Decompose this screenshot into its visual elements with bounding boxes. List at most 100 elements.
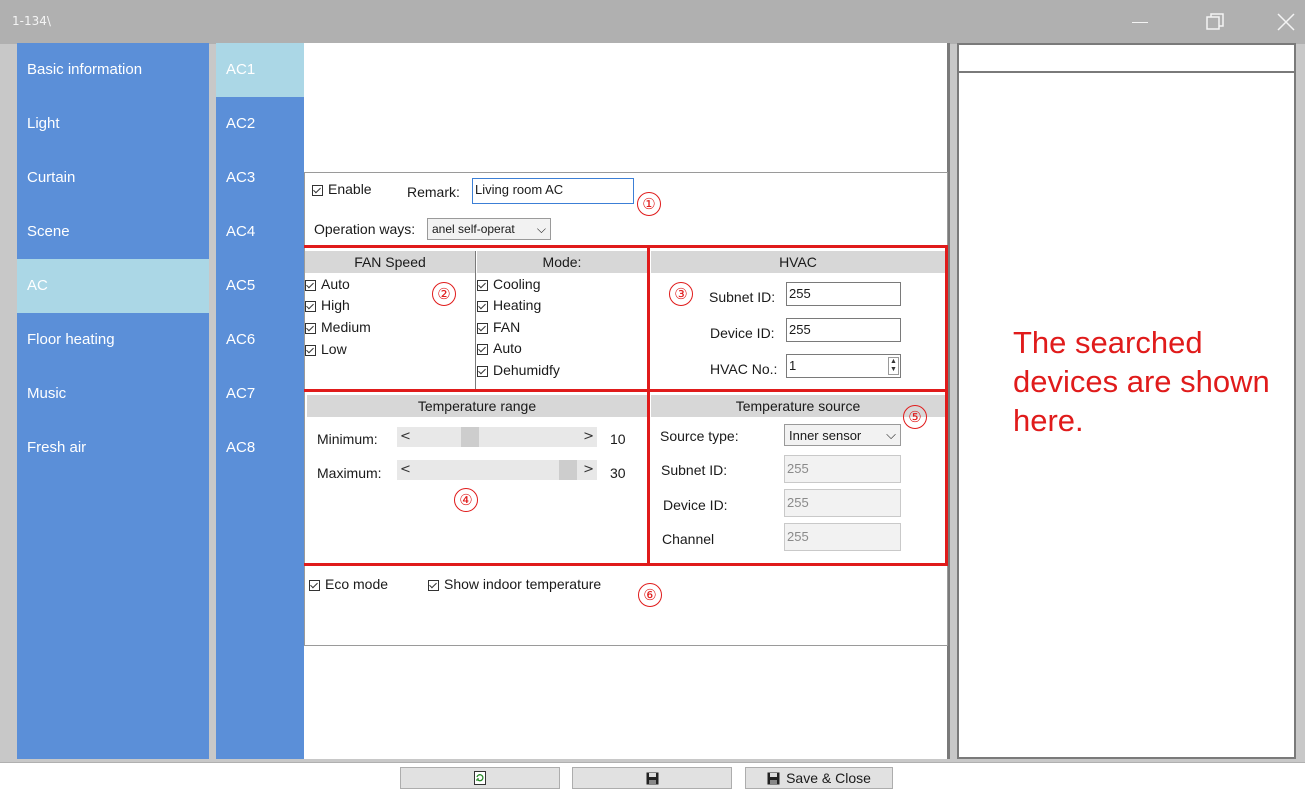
slider-track [397, 427, 597, 447]
maximum-slider[interactable]: < > [397, 460, 597, 480]
title-bar [0, 0, 1305, 44]
maximum-value: 30 [610, 465, 626, 481]
annotation-5: ⑤ [903, 405, 927, 429]
scroll-right-icon[interactable]: > [583, 462, 594, 477]
checkbox-icon [309, 579, 320, 591]
tab-ac7[interactable]: AC7 [216, 367, 304, 421]
scroll-right-icon[interactable]: > [583, 429, 594, 444]
scroll-left-icon[interactable]: < [400, 429, 411, 444]
hvac-no-label: HVAC No.: [710, 361, 778, 377]
sidebar-item-fresh-air[interactable]: Fresh air [17, 421, 209, 475]
checkbox-icon [305, 279, 316, 291]
ac-tab-list: AC1 AC2 AC3 AC4 AC5 AC6 AC7 AC8 [216, 43, 304, 759]
tab-ac8[interactable]: AC8 [216, 421, 304, 475]
eco-mode-checkbox[interactable]: Eco mode [309, 576, 388, 592]
mode-header: Mode: [477, 251, 647, 273]
remark-input[interactable]: Living room AC [472, 178, 634, 204]
fan-auto-checkbox[interactable]: Auto [305, 276, 350, 292]
mode-auto-label: Auto [493, 340, 522, 356]
refresh-button[interactable] [400, 767, 560, 789]
scroll-left-icon[interactable]: < [400, 462, 411, 477]
hvac-device-input[interactable]: 255 [786, 318, 901, 342]
mode-dehumidfy-checkbox[interactable]: Dehumidfy [477, 362, 560, 378]
temp-source-header: Temperature source [651, 395, 945, 417]
category-sidebar: Basic information Light Curtain Scene AC… [17, 43, 209, 759]
source-device-label: Device ID: [663, 497, 728, 513]
annotation-border [647, 245, 650, 566]
sidebar-item-floor-heating[interactable]: Floor heating [17, 313, 209, 367]
refresh-icon [474, 771, 486, 785]
show-indoor-temp-label: Show indoor temperature [444, 576, 602, 592]
source-type-select[interactable]: Inner sensor ⌵ [784, 424, 901, 446]
checkbox-icon [305, 322, 316, 334]
source-type-value: Inner sensor [789, 427, 862, 443]
minimum-slider[interactable]: < > [397, 427, 597, 447]
annotation-border [304, 389, 948, 392]
checkbox-icon [477, 300, 488, 312]
source-channel-input[interactable]: 255 [784, 523, 901, 551]
mode-heating-checkbox[interactable]: Heating [477, 297, 541, 313]
mode-cooling-checkbox[interactable]: Cooling [477, 276, 540, 292]
source-subnet-input[interactable]: 255 [784, 455, 901, 483]
fan-auto-label: Auto [321, 276, 350, 292]
annotation-2: ② [432, 282, 456, 306]
enable-checkbox[interactable]: Enable [312, 181, 372, 197]
eco-mode-label: Eco mode [325, 576, 389, 592]
maximum-label: Maximum: [317, 465, 382, 481]
source-type-label: Source type: [660, 428, 739, 444]
tab-ac3[interactable]: AC3 [216, 151, 304, 205]
mode-auto-checkbox[interactable]: Auto [477, 340, 522, 356]
tab-ac4[interactable]: AC4 [216, 205, 304, 259]
annotation-3: ③ [669, 282, 693, 306]
mode-dehumidfy-label: Dehumidfy [493, 362, 560, 378]
operation-ways-value: anel self-operat [432, 222, 515, 236]
fan-low-checkbox[interactable]: Low [305, 341, 347, 357]
fan-medium-checkbox[interactable]: Medium [305, 319, 371, 335]
annotation-6: ⑥ [638, 583, 662, 607]
save-close-button[interactable]: Save & Close [745, 767, 893, 789]
checkbox-icon [312, 184, 323, 196]
hvac-device-label: Device ID: [710, 325, 775, 341]
annotation-border [304, 245, 948, 248]
source-device-input[interactable]: 255 [784, 489, 901, 517]
sidebar-item-light[interactable]: Light [17, 97, 209, 151]
save-icon [767, 772, 780, 784]
save-icon [646, 772, 658, 784]
search-results-header [957, 43, 1296, 73]
hvac-no-value: 1 [789, 358, 797, 373]
slider-thumb[interactable] [559, 460, 577, 480]
minimize-button[interactable] [1122, 6, 1158, 38]
hvac-no-stepper[interactable]: 1 ▲ ▼ [786, 354, 901, 378]
hvac-header: HVAC [651, 251, 945, 273]
mode-fan-checkbox[interactable]: FAN [477, 319, 520, 335]
restore-button[interactable] [1197, 6, 1233, 38]
sidebar-item-curtain[interactable]: Curtain [17, 151, 209, 205]
hvac-subnet-input[interactable]: 255 [786, 282, 901, 306]
checkbox-icon [305, 300, 316, 312]
tab-ac2[interactable]: AC2 [216, 97, 304, 151]
close-window-button[interactable] [1268, 6, 1304, 38]
close-icon [1277, 13, 1295, 31]
mode-fan-label: FAN [493, 319, 521, 335]
tab-ac6[interactable]: AC6 [216, 313, 304, 367]
slider-thumb[interactable] [461, 427, 479, 447]
tab-ac1[interactable]: AC1 [216, 43, 304, 97]
tab-ac5[interactable]: AC5 [216, 259, 304, 313]
sidebar-item-music[interactable]: Music [17, 367, 209, 421]
source-channel-label: Channel [662, 531, 715, 547]
stepper-arrows-icon[interactable]: ▲ ▼ [888, 357, 899, 375]
mode-cooling-label: Cooling [493, 276, 541, 292]
checkbox-icon [428, 579, 439, 591]
operation-ways-select[interactable]: anel self-operat ⌵ [427, 218, 551, 240]
minimize-icon [1132, 21, 1148, 23]
sidebar-item-scene[interactable]: Scene [17, 205, 209, 259]
save-button[interactable] [572, 767, 732, 789]
fan-high-checkbox[interactable]: High [305, 297, 350, 313]
fan-high-label: High [321, 297, 350, 313]
show-indoor-temp-checkbox[interactable]: Show indoor temperature [428, 576, 601, 592]
mode-heating-label: Heating [493, 297, 542, 313]
sidebar-item-basic-information[interactable]: Basic information [17, 43, 209, 97]
sidebar-item-ac[interactable]: AC [17, 259, 209, 313]
annotation-note: The searched devices are shown here. [1013, 325, 1270, 438]
minimum-value: 10 [610, 431, 626, 447]
